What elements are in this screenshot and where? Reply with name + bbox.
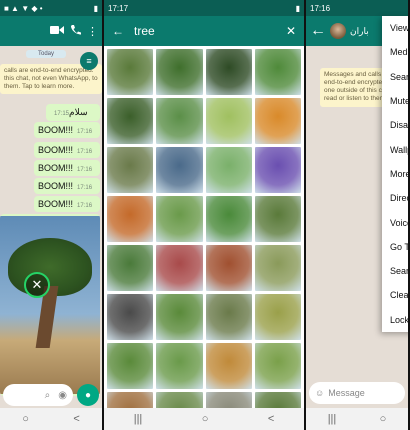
system-nav-bar: ○ < (0, 408, 102, 430)
avatar[interactable] (330, 23, 346, 39)
home-button[interactable]: ○ (22, 413, 29, 425)
more-vert-icon[interactable]: ⋮ (87, 25, 98, 38)
image-result-tile[interactable] (205, 49, 252, 95)
message-bubble[interactable]: BOOM!!! 17:16 (34, 142, 100, 158)
image-result-tile[interactable] (254, 343, 301, 389)
image-results-grid (104, 46, 304, 408)
image-result-tile[interactable] (107, 245, 154, 291)
image-result-tile[interactable] (254, 98, 301, 144)
mic-icon[interactable]: ● (77, 384, 99, 406)
image-message[interactable]: ✕ (0, 214, 100, 396)
message-placeholder: Message (328, 388, 365, 398)
image-result-tile[interactable] (205, 147, 252, 193)
home-button[interactable]: ○ (380, 413, 387, 425)
image-result-tile[interactable] (205, 196, 252, 242)
message-input[interactable]: ⌕ ◉ (3, 384, 73, 406)
image-result-tile[interactable] (254, 49, 301, 95)
image-result-tile[interactable] (156, 147, 203, 193)
image-result-tile[interactable] (107, 196, 154, 242)
recent-apps-button[interactable]: ||| (328, 413, 337, 425)
back-arrow-icon[interactable]: ← (310, 22, 326, 40)
menu-item[interactable]: Wallp (382, 137, 408, 161)
voice-call-icon[interactable] (70, 22, 81, 40)
overflow-menu: ViewMediSearMuteDisaWallpMoreDirecVoiceG… (382, 16, 408, 332)
chat-menu-screen: 17:16 ← باران Messages and calls are end… (306, 0, 408, 430)
menu-item[interactable]: Clea (382, 283, 408, 307)
menu-item[interactable]: More (382, 162, 408, 186)
image-result-tile[interactable] (254, 294, 301, 340)
search-input[interactable]: tree (134, 24, 276, 38)
status-icons: ■ ▲ ▼ ◆ • (4, 3, 43, 13)
message-bubble[interactable]: BOOM!!! 17:16 (34, 122, 100, 138)
image-result-tile[interactable] (254, 245, 301, 291)
compose-bar: ⌕ ◉ ● (0, 382, 102, 408)
image-result-tile[interactable] (205, 294, 252, 340)
contact-name[interactable]: باران (350, 26, 369, 37)
message-bubble[interactable]: BOOM!!! 17:16 (34, 178, 100, 194)
cancel-upload-icon[interactable]: ✕ (24, 272, 50, 298)
image-result-tile[interactable] (205, 245, 252, 291)
status-bar: 17:17 ▮ (104, 0, 304, 16)
home-button[interactable]: ○ (202, 413, 209, 425)
chat-toolbar: ⋮ (0, 16, 102, 46)
status-time: 17:17 (108, 3, 129, 13)
attach-icon[interactable]: ⌕ (45, 390, 51, 401)
status-bar: 17:16 (306, 0, 408, 16)
menu-item[interactable]: Voice (382, 210, 408, 234)
emoji-icon[interactable]: ☺ (315, 388, 324, 398)
menu-item[interactable]: Lock (382, 308, 408, 332)
system-nav-bar: ||| ○ (306, 408, 408, 430)
menu-item[interactable]: Sear (382, 65, 408, 89)
image-result-tile[interactable] (107, 147, 154, 193)
image-result-tile[interactable] (156, 294, 203, 340)
image-result-tile[interactable] (156, 343, 203, 389)
chat-screen: ■ ▲ ▼ ◆ • ▮ ⋮ Today calls are end-to-end… (0, 0, 102, 430)
battery-icon: ▮ (93, 3, 98, 13)
image-result-tile[interactable] (107, 343, 154, 389)
filter-icon[interactable]: ≡ (80, 52, 98, 70)
back-arrow-icon[interactable]: ← (112, 24, 124, 38)
image-result-tile[interactable] (156, 49, 203, 95)
video-call-icon[interactable] (50, 22, 64, 40)
clear-icon[interactable]: ✕ (286, 24, 296, 38)
image-result-tile[interactable] (156, 98, 203, 144)
message-bubble[interactable]: BOOM!!! 17:16 (34, 196, 100, 212)
image-result-tile[interactable] (156, 196, 203, 242)
image-result-tile[interactable] (107, 49, 154, 95)
image-result-tile[interactable] (205, 392, 252, 408)
image-result-tile[interactable] (156, 245, 203, 291)
menu-item[interactable]: Direc (382, 186, 408, 210)
message-list: Today calls are end-to-end encrypted. th… (0, 46, 102, 408)
menu-item[interactable]: View (382, 16, 408, 40)
message-bubble[interactable]: BOOM!!! 17:16 (34, 160, 100, 176)
status-bar: ■ ▲ ▼ ◆ • ▮ (0, 0, 102, 16)
system-nav-bar: ||| ○ < (104, 408, 304, 430)
menu-item[interactable]: Medi (382, 40, 408, 64)
date-divider: Today (26, 50, 66, 58)
image-result-tile[interactable] (156, 392, 203, 408)
image-result-tile[interactable] (254, 196, 301, 242)
battery-icon: ▮ (295, 3, 300, 13)
menu-item[interactable]: Disa (382, 113, 408, 137)
image-result-tile[interactable] (254, 147, 301, 193)
tree-photo: ✕ (0, 216, 100, 394)
menu-item[interactable]: Sear (382, 259, 408, 283)
image-result-tile[interactable] (107, 392, 154, 408)
menu-item[interactable]: Go T (382, 235, 408, 259)
message-input[interactable]: ☺ Message (309, 382, 405, 404)
search-bar: ← tree ✕ (104, 16, 304, 46)
camera-icon[interactable]: ◉ (58, 390, 67, 401)
recent-apps-button[interactable]: ||| (134, 413, 143, 425)
status-time: 17:16 (310, 3, 331, 13)
back-button[interactable]: < (73, 413, 79, 425)
image-search-screen: 17:17 ▮ ← tree ✕ ||| ○ < (104, 0, 304, 430)
image-result-tile[interactable] (107, 294, 154, 340)
image-result-tile[interactable] (254, 392, 301, 408)
menu-item[interactable]: Mute (382, 89, 408, 113)
image-result-tile[interactable] (205, 343, 252, 389)
image-result-tile[interactable] (205, 98, 252, 144)
back-button[interactable]: < (268, 413, 274, 425)
message-bubble[interactable]: سلام17:15 (46, 104, 100, 121)
image-result-tile[interactable] (107, 98, 154, 144)
